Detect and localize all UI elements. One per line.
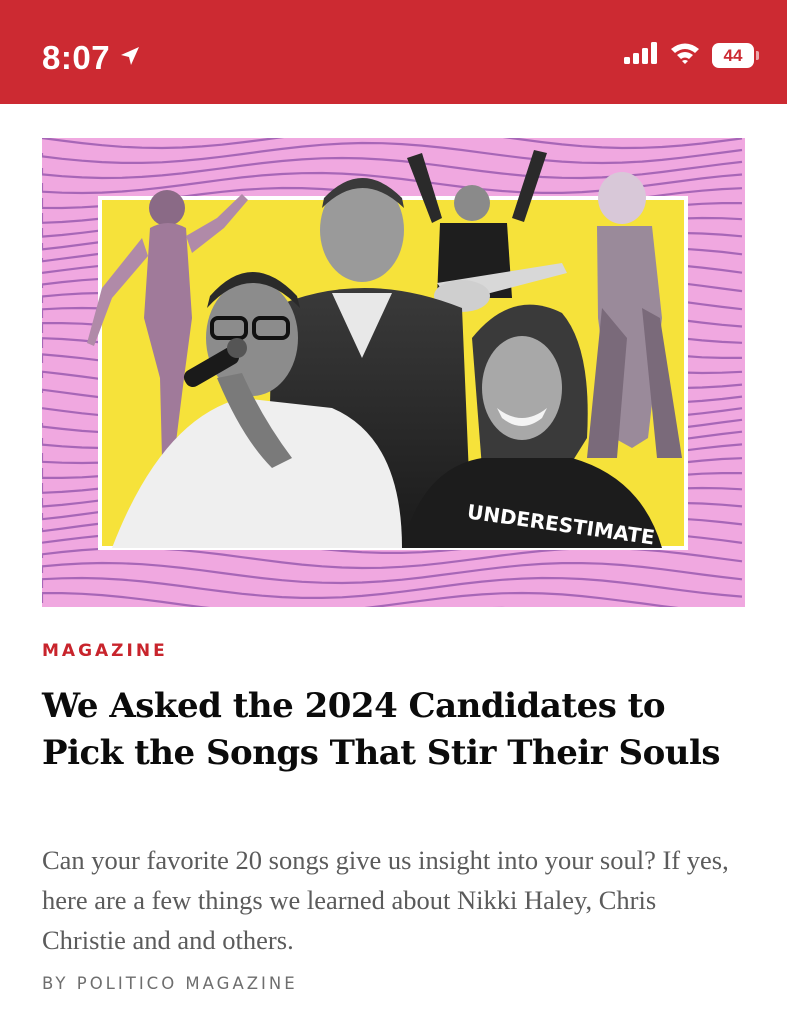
cellular-signal-icon: [624, 42, 658, 69]
hero-image[interactable]: UNDERESTIMATE: [42, 138, 745, 607]
battery-level: 44: [712, 43, 754, 68]
section-label[interactable]: MAGAZINE: [42, 641, 168, 661]
battery-icon: 44: [712, 43, 759, 68]
article-dek: Can your favorite 20 songs give us insig…: [42, 845, 729, 955]
status-bar: 8:07 44: [0, 0, 787, 104]
wifi-icon: [670, 42, 700, 69]
article-byline: BY POLITICO MAGAZINE: [42, 974, 298, 993]
location-arrow-icon: [118, 44, 142, 73]
status-time: 8:07: [42, 39, 111, 76]
article-headline[interactable]: We Asked the 2024 Candidates to Pick the…: [42, 683, 747, 777]
time-group: 8:07: [42, 38, 142, 78]
status-icons: 44: [624, 42, 759, 69]
